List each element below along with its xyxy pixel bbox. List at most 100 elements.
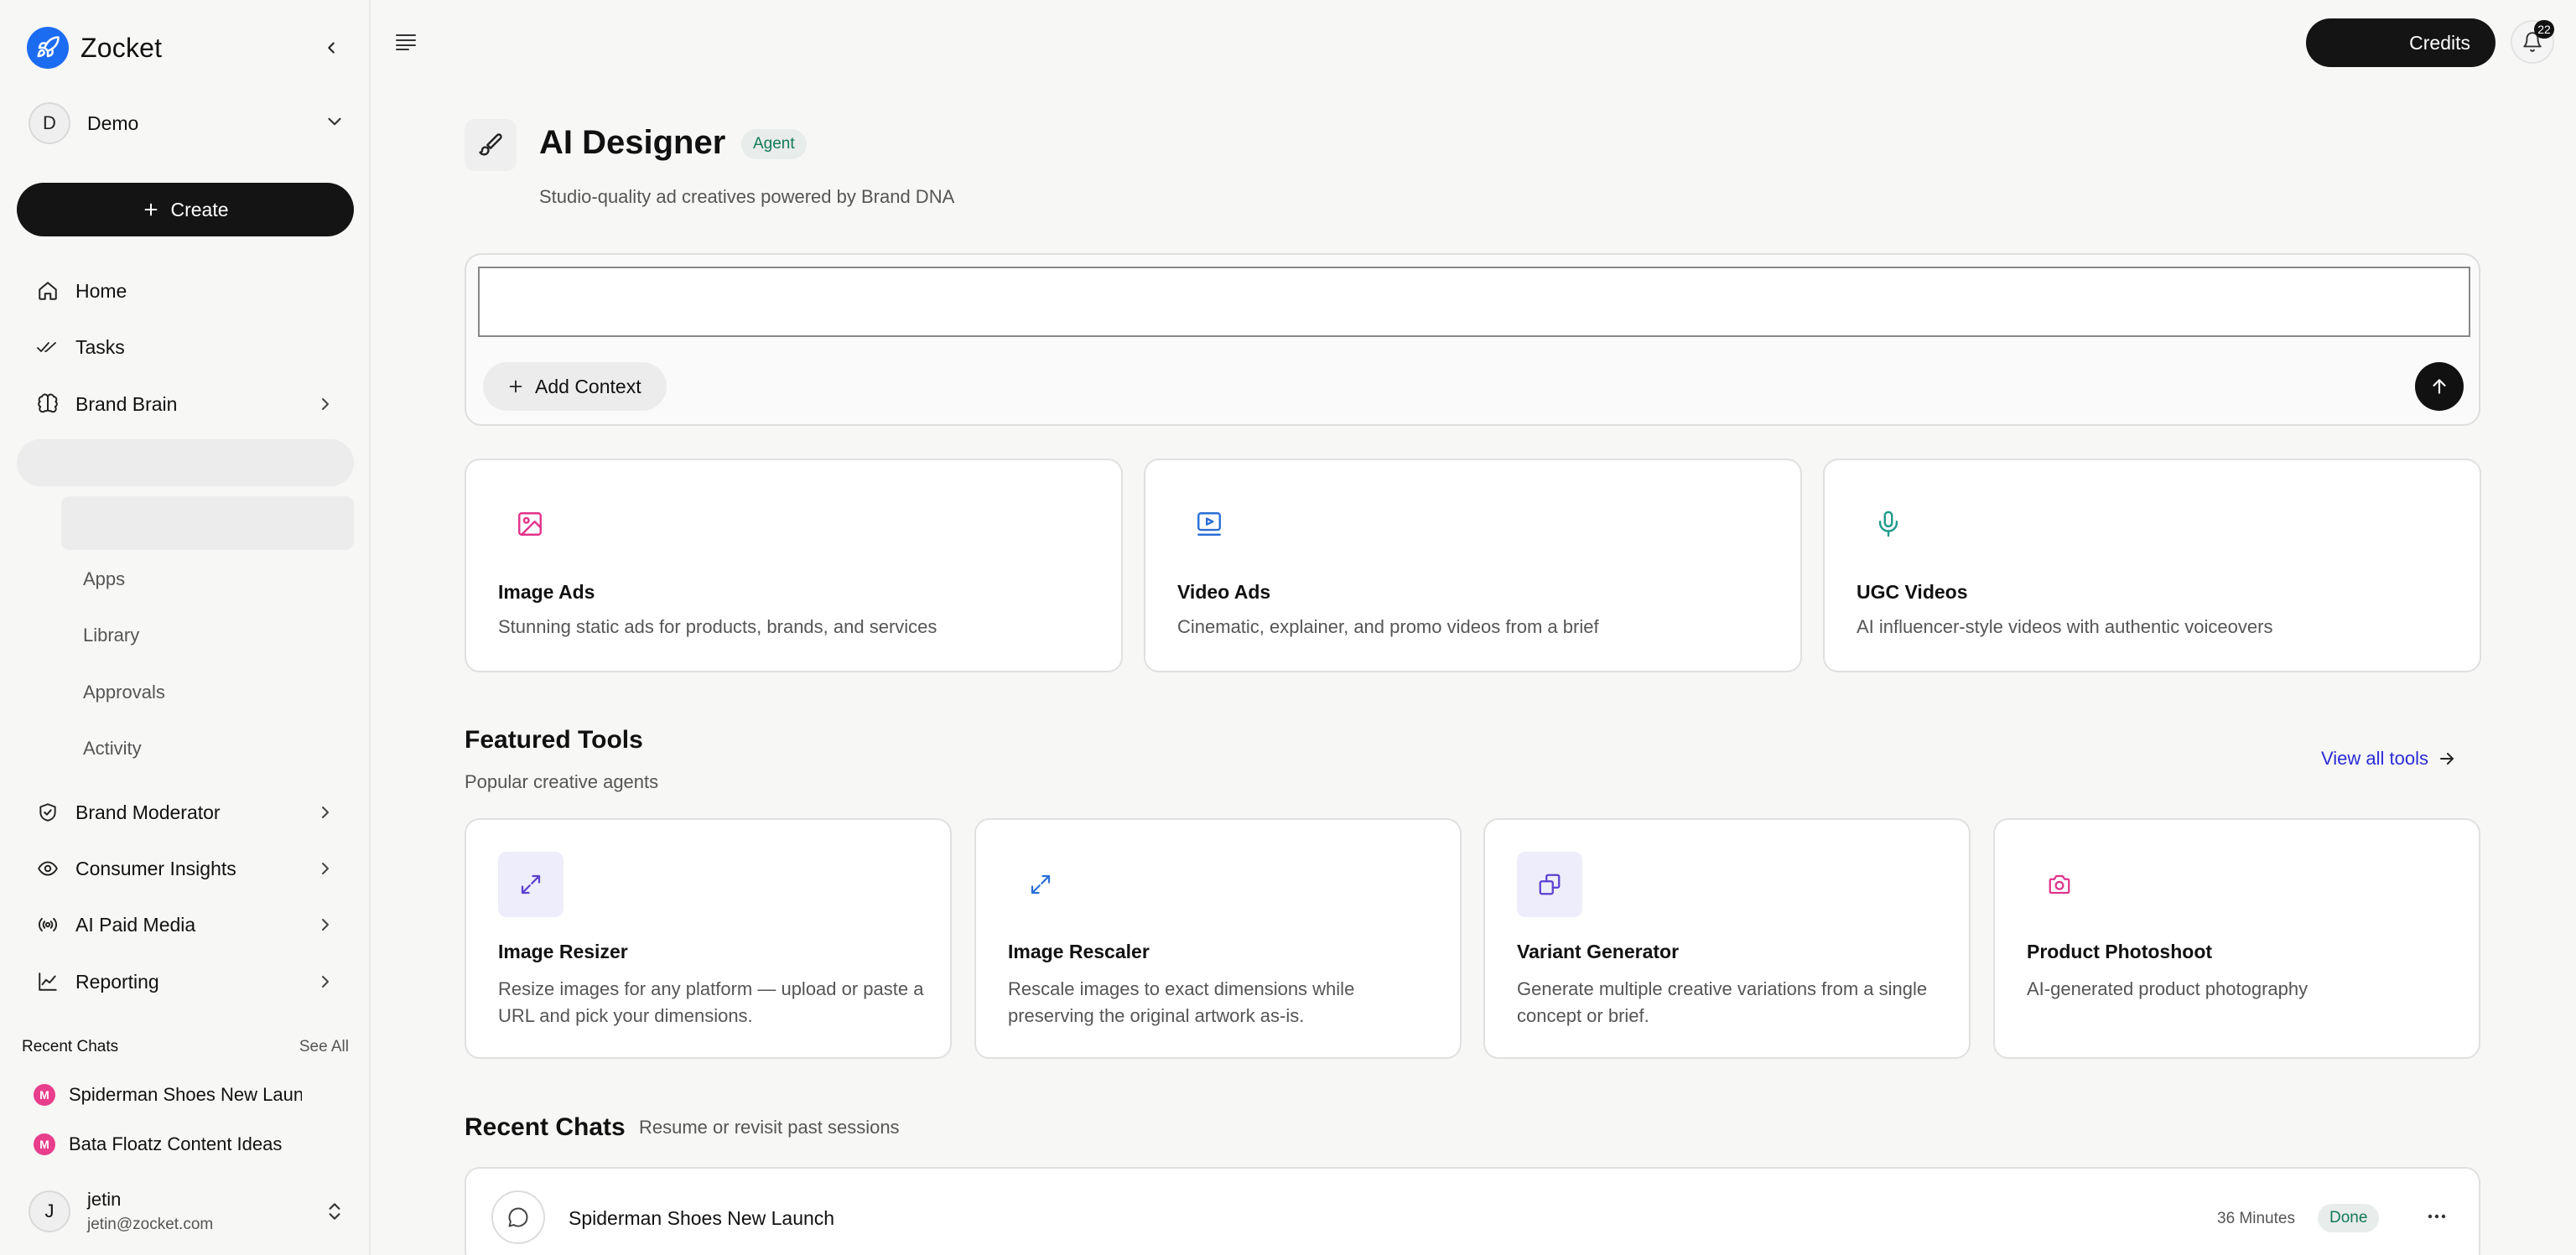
eye-icon [34,854,62,883]
sidebar-item-label: Tasks [75,335,125,358]
user-name: jetin [87,1189,122,1210]
sidebar-item-label: AI Paid Media [75,913,196,936]
tool-image-rescaler[interactable]: Image Rescaler Rescale images to exact d… [974,818,1462,1059]
sidebar-subitem-activity[interactable]: Activity [83,738,142,760]
chat-bubble-icon [491,1190,545,1244]
chat-time: 36 Minutes [2217,1210,2295,1227]
brand[interactable]: Zocket [27,27,162,69]
card-ugc-videos[interactable]: UGC Videos AI influencer-style videos wi… [1823,459,2481,672]
paintbrush-icon [465,119,517,171]
variants-icon [1517,852,1582,917]
card-description: Stunning static ads for products, brands… [498,616,937,637]
notification-count-badge: 22 [2534,20,2554,39]
chevron-right-icon [322,863,329,874]
card-video-ads[interactable]: Video Ads Cinematic, explainer, and prom… [1144,459,1802,672]
chevron-right-icon [322,919,329,931]
chat-badge: M [34,1133,55,1155]
user-email: jetin@zocket.com [87,1216,214,1233]
card-description: AI influencer-style videos with authenti… [1857,616,2273,637]
sidebar-item-brand-moderator[interactable]: Brand Moderator [17,788,354,837]
sidebar-subitem-approvals[interactable]: Approvals [83,682,165,703]
sidebar-subitem-apps[interactable]: Apps [83,568,125,590]
credits-button[interactable]: Credits [2306,18,2496,67]
page-subtitle: Studio-quality ad creatives powered by B… [539,186,955,207]
recent-chat-row[interactable]: Spiderman Shoes New Launch 36 Minutes Do… [465,1167,2480,1255]
sidebar-item-reporting[interactable]: Reporting [17,957,354,1006]
sidebar-item-label: Consumer Insights [75,857,236,879]
sidebar: Zocket D Demo Create Home Tasks Brand Br… [0,0,371,1255]
image-icon [513,507,547,541]
sidebar-item-ai-paid-media[interactable]: AI Paid Media [17,900,354,949]
rocket-logo-icon [27,27,69,69]
card-description: Cinematic, explainer, and promo videos f… [1177,616,1599,637]
add-context-label: Add Context [535,375,641,397]
line-chart-icon [34,967,62,996]
chevron-right-icon [322,976,329,988]
recent-chats-section-title: Recent Chats [465,1113,626,1141]
more-options-button[interactable] [2420,1202,2454,1231]
arrow-up-icon [2433,379,2446,394]
microphone-icon [1872,507,1905,541]
chevron-right-icon [322,806,329,818]
workspace-avatar: D [29,102,70,144]
card-title: Video Ads [1177,581,1271,603]
tool-variant-generator[interactable]: Variant Generator Generate multiple crea… [1483,818,1971,1059]
send-button[interactable] [2415,362,2464,411]
user-menu[interactable]: J jetin jetin@zocket.com [29,1184,347,1239]
recent-chat-label: Spiderman Shoes New Launch [69,1084,302,1105]
collapse-sidebar-button[interactable] [317,34,345,62]
loading-placeholder [61,496,354,550]
recent-chat-label: Bata Floatz Content Ideas [69,1133,283,1154]
video-icon [1192,507,1226,541]
chat-name: Spiderman Shoes New Launch [569,1207,835,1229]
recent-chat-item[interactable]: M Bata Floatz Content Ideas [34,1128,302,1161]
loading-placeholder [17,439,354,486]
recent-chat-item[interactable]: M Spiderman Shoes New Launch [34,1078,302,1112]
sidebar-item-brand-brain[interactable]: Brand Brain [17,380,354,428]
sidebar-item-home[interactable]: Home [17,267,354,315]
tool-description: Generate multiple creative variations fr… [1517,978,1928,1026]
tool-description: Rescale images to exact dimensions while… [1008,978,1355,1026]
workspace-switcher[interactable]: D Demo [29,99,347,148]
add-context-button[interactable]: Add Context [483,362,667,411]
brain-icon [34,390,62,418]
sidebar-item-tasks[interactable]: Tasks [17,323,354,371]
chevron-right-icon [322,398,329,410]
user-info: jetin jetin@zocket.com [87,1189,213,1234]
workspace-name: Demo [87,111,139,134]
create-button[interactable]: Create [17,183,354,236]
credits-label: Credits [2409,31,2470,54]
rescale-icon [1008,852,1073,917]
tool-title: Image Resizer [498,941,628,962]
tool-product-photoshoot[interactable]: Product Photoshoot AI-generated product … [1993,818,2480,1059]
tool-title: Image Rescaler [1008,941,1150,962]
tool-image-resizer[interactable]: Image Resizer Resize images for any plat… [465,818,952,1059]
broadcast-icon [34,910,62,939]
menu-lines-icon [396,34,416,50]
chevron-down-icon [328,117,341,126]
tool-title: Variant Generator [1517,941,1680,962]
notifications-button[interactable]: 22 [2511,20,2554,64]
app-name: Zocket [80,32,163,63]
sidebar-item-label: Brand Moderator [75,801,221,823]
recent-chats-subtitle: Resume or revisit past sessions [639,1117,900,1138]
tool-description: Resize images for any platform — upload … [498,978,924,1026]
see-all-link[interactable]: See All [299,1038,349,1056]
sidebar-subitem-library[interactable]: Library [83,625,139,646]
camera-icon [2027,852,2092,917]
sidebar-item-label: Reporting [75,970,159,993]
double-check-icon [34,333,62,361]
recent-chats-title: Recent Chats [22,1038,119,1055]
view-all-tools-link[interactable]: View all tools [2321,748,2457,770]
sidebar-item-label: Home [75,279,127,302]
featured-tools-title: Featured Tools [465,726,643,754]
featured-tools-subtitle: Popular creative agents [465,771,659,792]
shield-check-icon [34,798,62,827]
prompt-input[interactable] [478,267,2470,337]
page-title: AI Designer [539,124,726,161]
menu-toggle-button[interactable] [392,29,419,55]
sidebar-item-consumer-insights[interactable]: Consumer Insights [17,844,354,893]
user-avatar: J [29,1190,70,1232]
status-badge: Done [2318,1204,2380,1232]
card-image-ads[interactable]: Image Ads Stunning static ads for produc… [465,459,1123,672]
